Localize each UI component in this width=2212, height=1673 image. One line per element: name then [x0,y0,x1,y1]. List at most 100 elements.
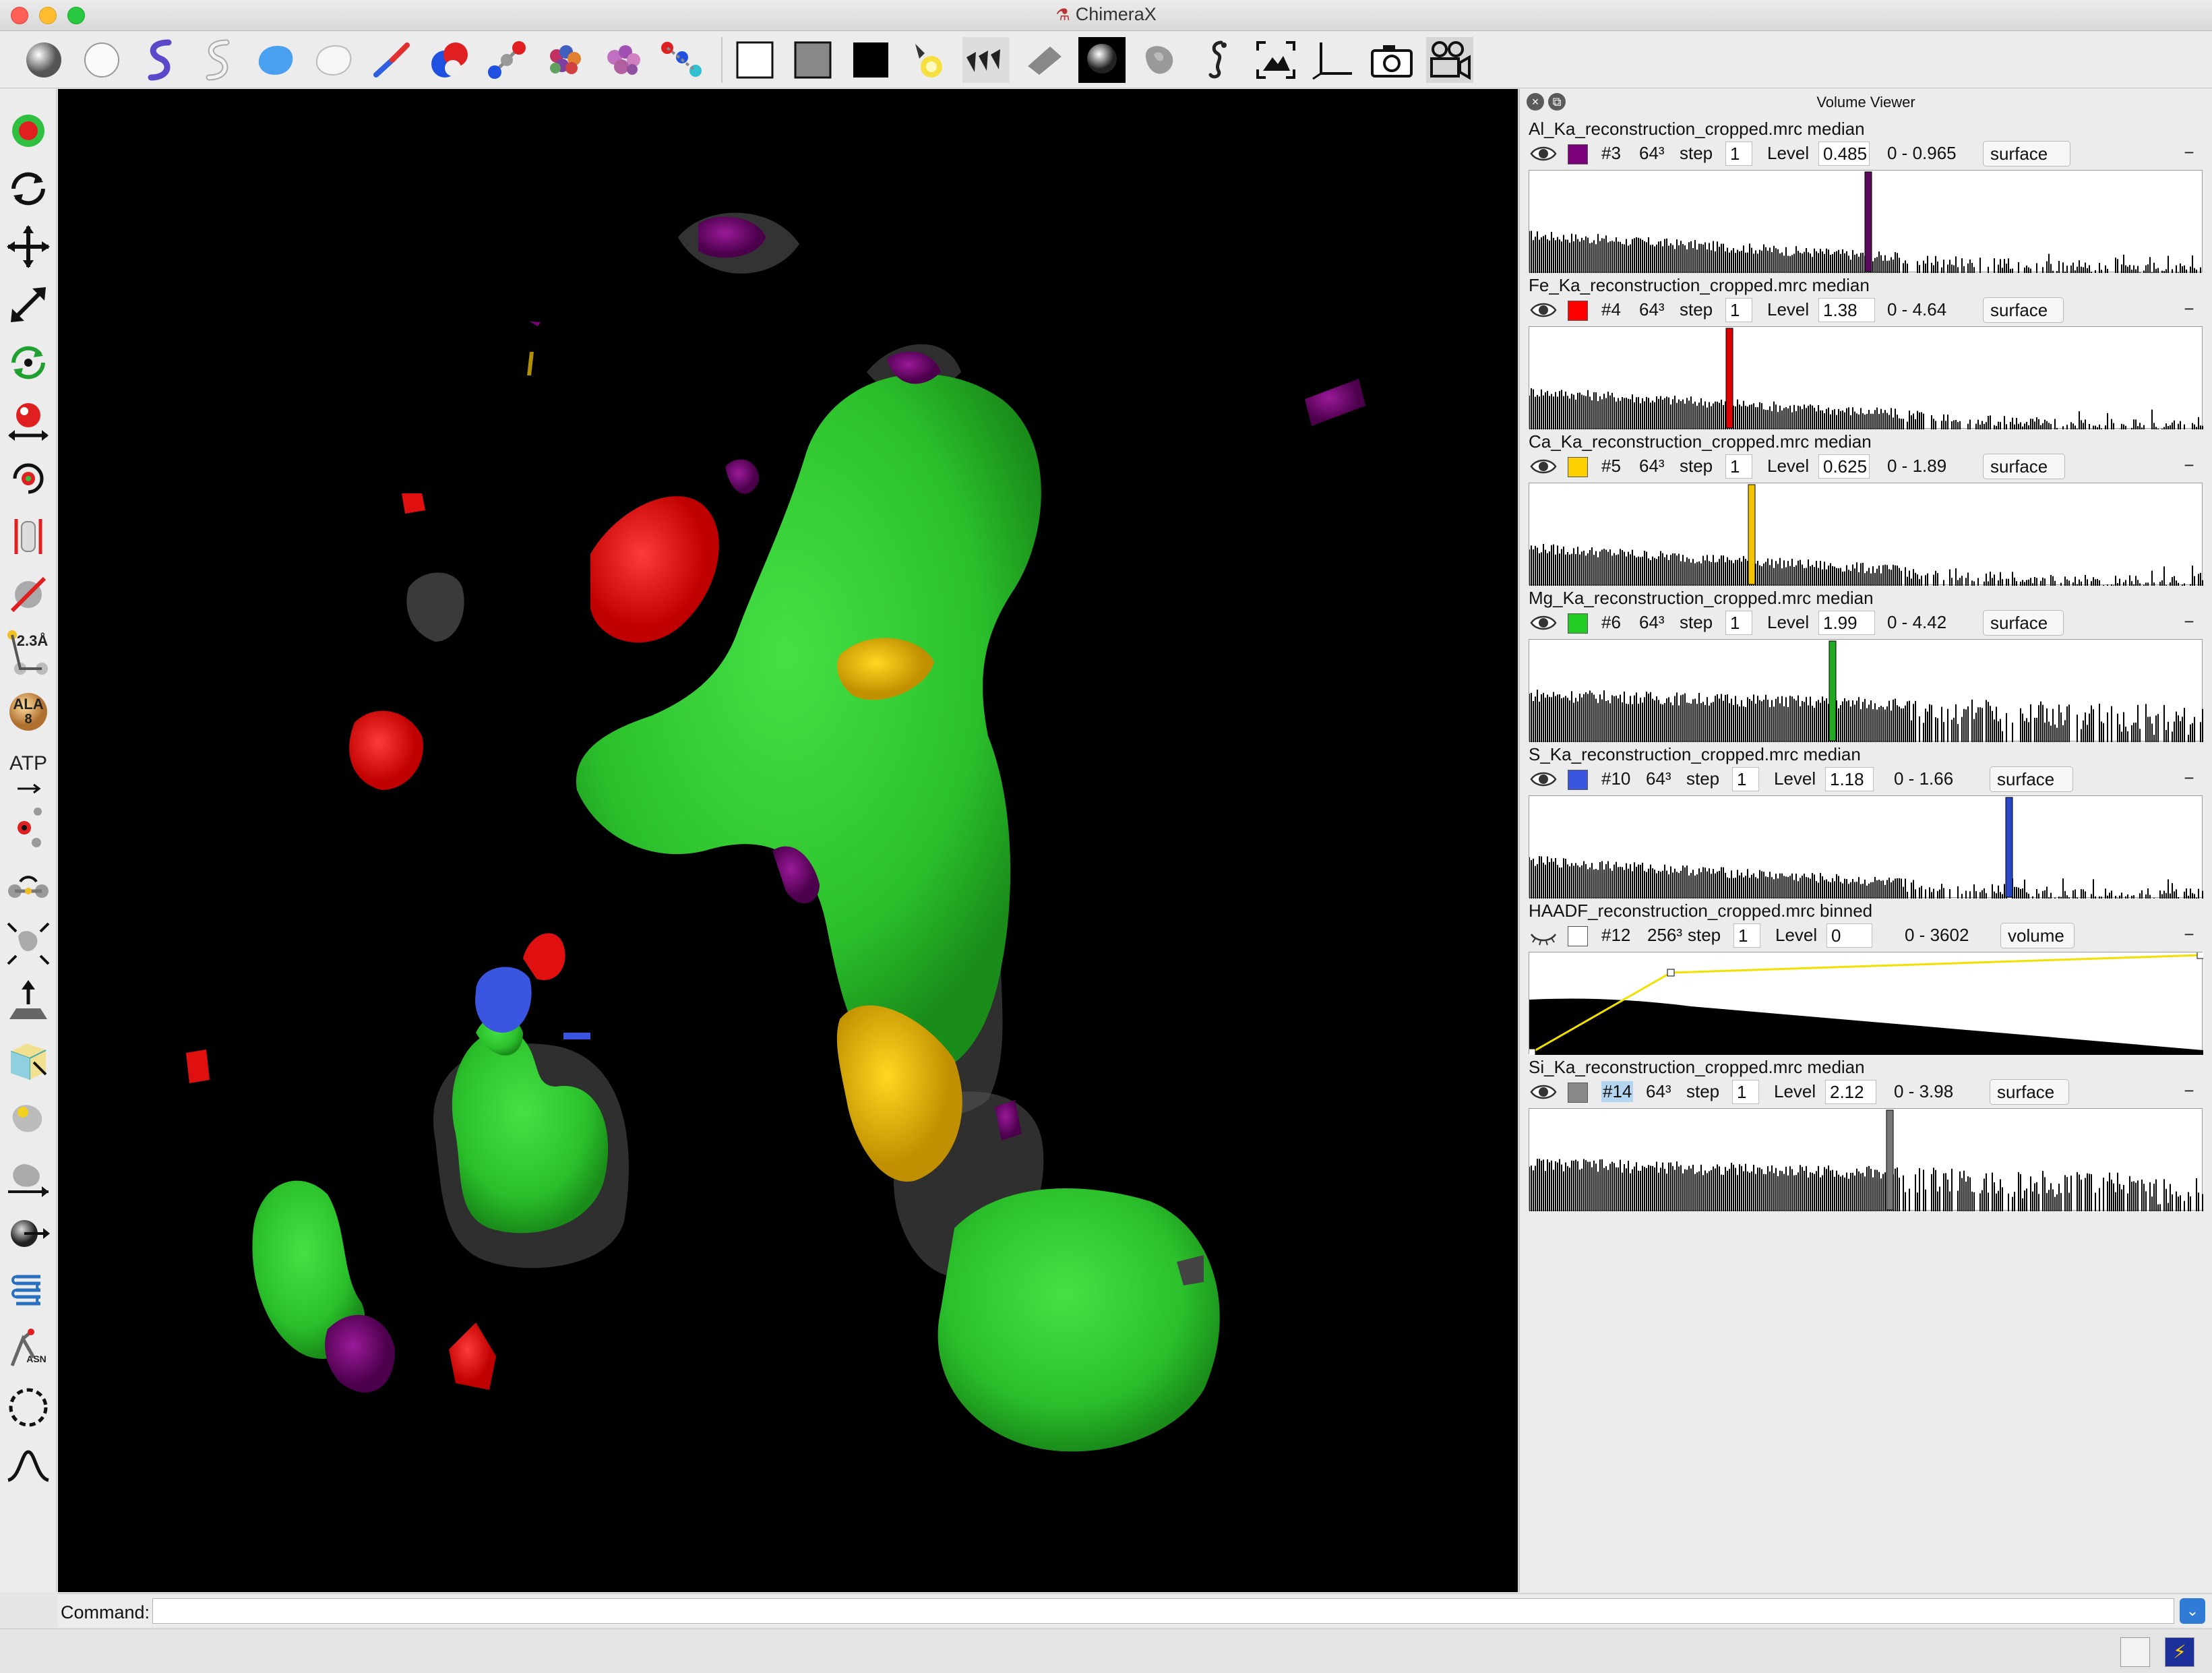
cartoon-outline-icon[interactable] [194,37,241,83]
level-field[interactable]: 1.18 [1825,767,1874,791]
zoom-icon[interactable] [4,280,53,329]
collapse-icon[interactable]: − [2180,769,2199,789]
color-swatch[interactable] [1568,770,1588,790]
level-field[interactable]: 0.485 [1818,142,1870,166]
atoms-cluster-icon[interactable] [542,37,589,83]
seahorse-icon[interactable] [1194,37,1241,83]
quick-action-icon[interactable]: ⚡ [2165,1637,2194,1667]
tug-icon[interactable] [4,1267,53,1316]
histogram[interactable] [1529,952,2203,1055]
clip-icon[interactable] [4,570,53,619]
collapse-icon[interactable]: − [2180,456,2199,476]
distance-icon[interactable] [4,512,53,561]
cartoon-icon[interactable] [136,37,183,83]
style-menu-button[interactable]: surface [1983,141,2070,166]
histogram[interactable] [1529,170,2203,273]
select-icon[interactable] [4,107,53,155]
soft-lighting-icon[interactable] [962,37,1010,83]
color-swatch[interactable] [1568,144,1588,164]
level-field[interactable]: 2.12 [1825,1080,1876,1104]
surface-outline-icon[interactable] [310,37,357,83]
step-field[interactable]: 1 [1725,611,1752,635]
level-field[interactable]: 0.625 [1818,454,1870,479]
pick-blob-icon[interactable] [4,1093,53,1142]
view-all-icon[interactable] [1252,37,1299,83]
sphere-atoms-icon[interactable] [426,37,473,83]
eye-open-icon[interactable] [1530,456,1557,477]
map-eraser-icon[interactable] [4,1151,53,1200]
level-field[interactable]: 0 [1826,923,1872,948]
contour-level-icon[interactable] [4,919,53,968]
step-field[interactable]: 1 [1733,923,1760,948]
level-field[interactable]: 1.38 [1818,298,1875,322]
eye-open-icon[interactable] [1530,299,1557,321]
style-menu-button[interactable]: surface [1983,610,2064,636]
step-field[interactable]: 1 [1732,1080,1759,1104]
color-swatch[interactable] [1568,613,1588,634]
command-history-dropdown[interactable]: ⌄ [2180,1598,2205,1624]
atoms-cluster-pink-icon[interactable] [600,37,647,83]
simple-lighting-icon[interactable] [904,37,952,83]
curve-icon[interactable] [4,1441,53,1490]
eye-open-icon[interactable] [1530,1081,1557,1103]
level-field[interactable]: 1.99 [1818,611,1875,635]
black-background-icon[interactable] [847,37,894,83]
color-swatch[interactable] [1568,457,1588,477]
histogram[interactable] [1529,483,2203,586]
eye-closed-icon[interactable] [1530,925,1557,946]
swapna-icon[interactable] [4,1325,53,1374]
collapse-icon[interactable]: − [2180,300,2199,320]
shadows-icon[interactable] [1136,37,1184,83]
map-move-icon[interactable] [4,1035,53,1084]
color-swatch[interactable] [1568,926,1588,946]
sphere-style-icon[interactable] [78,37,125,83]
full-lighting-icon[interactable] [1078,37,1126,83]
ball-chain-icon[interactable] [658,37,705,83]
histogram[interactable] [1529,639,2203,742]
ligand-icon[interactable] [4,746,53,794]
histogram[interactable] [1529,795,2203,899]
ball-style-icon[interactable] [20,37,67,83]
translate-icon[interactable] [4,222,53,271]
collapse-icon[interactable]: − [2180,925,2199,945]
rotate-icon[interactable] [4,164,53,213]
color-swatch[interactable] [1568,301,1588,321]
pivot-icon[interactable] [4,396,53,445]
flat-lighting-icon[interactable] [1020,37,1068,83]
graphics-viewport[interactable] [58,89,1518,1592]
map-zoom-icon[interactable] [4,861,53,910]
histogram[interactable] [1529,1108,2203,1211]
style-menu-button[interactable]: surface [1990,766,2073,792]
style-menu-button[interactable]: surface [1990,1079,2069,1105]
histogram[interactable] [1529,326,2203,429]
movie-camera-icon[interactable] [1426,37,1473,83]
collapse-icon[interactable]: − [2180,144,2199,163]
style-menu-button[interactable]: surface [1983,297,2064,323]
eye-open-icon[interactable] [1530,612,1557,634]
eye-open-icon[interactable] [1530,768,1557,790]
play-coordinates-icon[interactable] [4,1209,53,1258]
command-input[interactable] [152,1598,2174,1624]
select-inspector-icon[interactable] [2120,1637,2150,1667]
collapse-icon[interactable]: − [2180,613,2199,632]
step-field[interactable]: 1 [1725,454,1752,479]
collapse-icon[interactable]: − [2180,1082,2199,1101]
tape-icon[interactable] [4,803,53,852]
camera-icon[interactable] [1368,37,1415,83]
axes-icon[interactable] [1310,37,1357,83]
step-field[interactable]: 1 [1732,767,1759,791]
style-menu-button[interactable]: volume [2000,923,2075,948]
lasso-icon[interactable] [4,1383,53,1432]
style-menu-button[interactable]: surface [1983,454,2065,479]
white-background-icon[interactable] [731,37,778,83]
step-field[interactable]: 1 [1725,142,1752,166]
rotate-and-select-icon[interactable] [4,338,53,387]
ball-stick-icon[interactable] [484,37,531,83]
crop-icon[interactable] [4,977,53,1026]
color-swatch[interactable] [1568,1083,1588,1103]
move-atoms-icon[interactable] [4,454,53,503]
surface-icon[interactable] [252,37,299,83]
gray-background-icon[interactable] [789,37,836,83]
step-field[interactable]: 1 [1725,298,1752,322]
stick-icon[interactable] [368,37,415,83]
